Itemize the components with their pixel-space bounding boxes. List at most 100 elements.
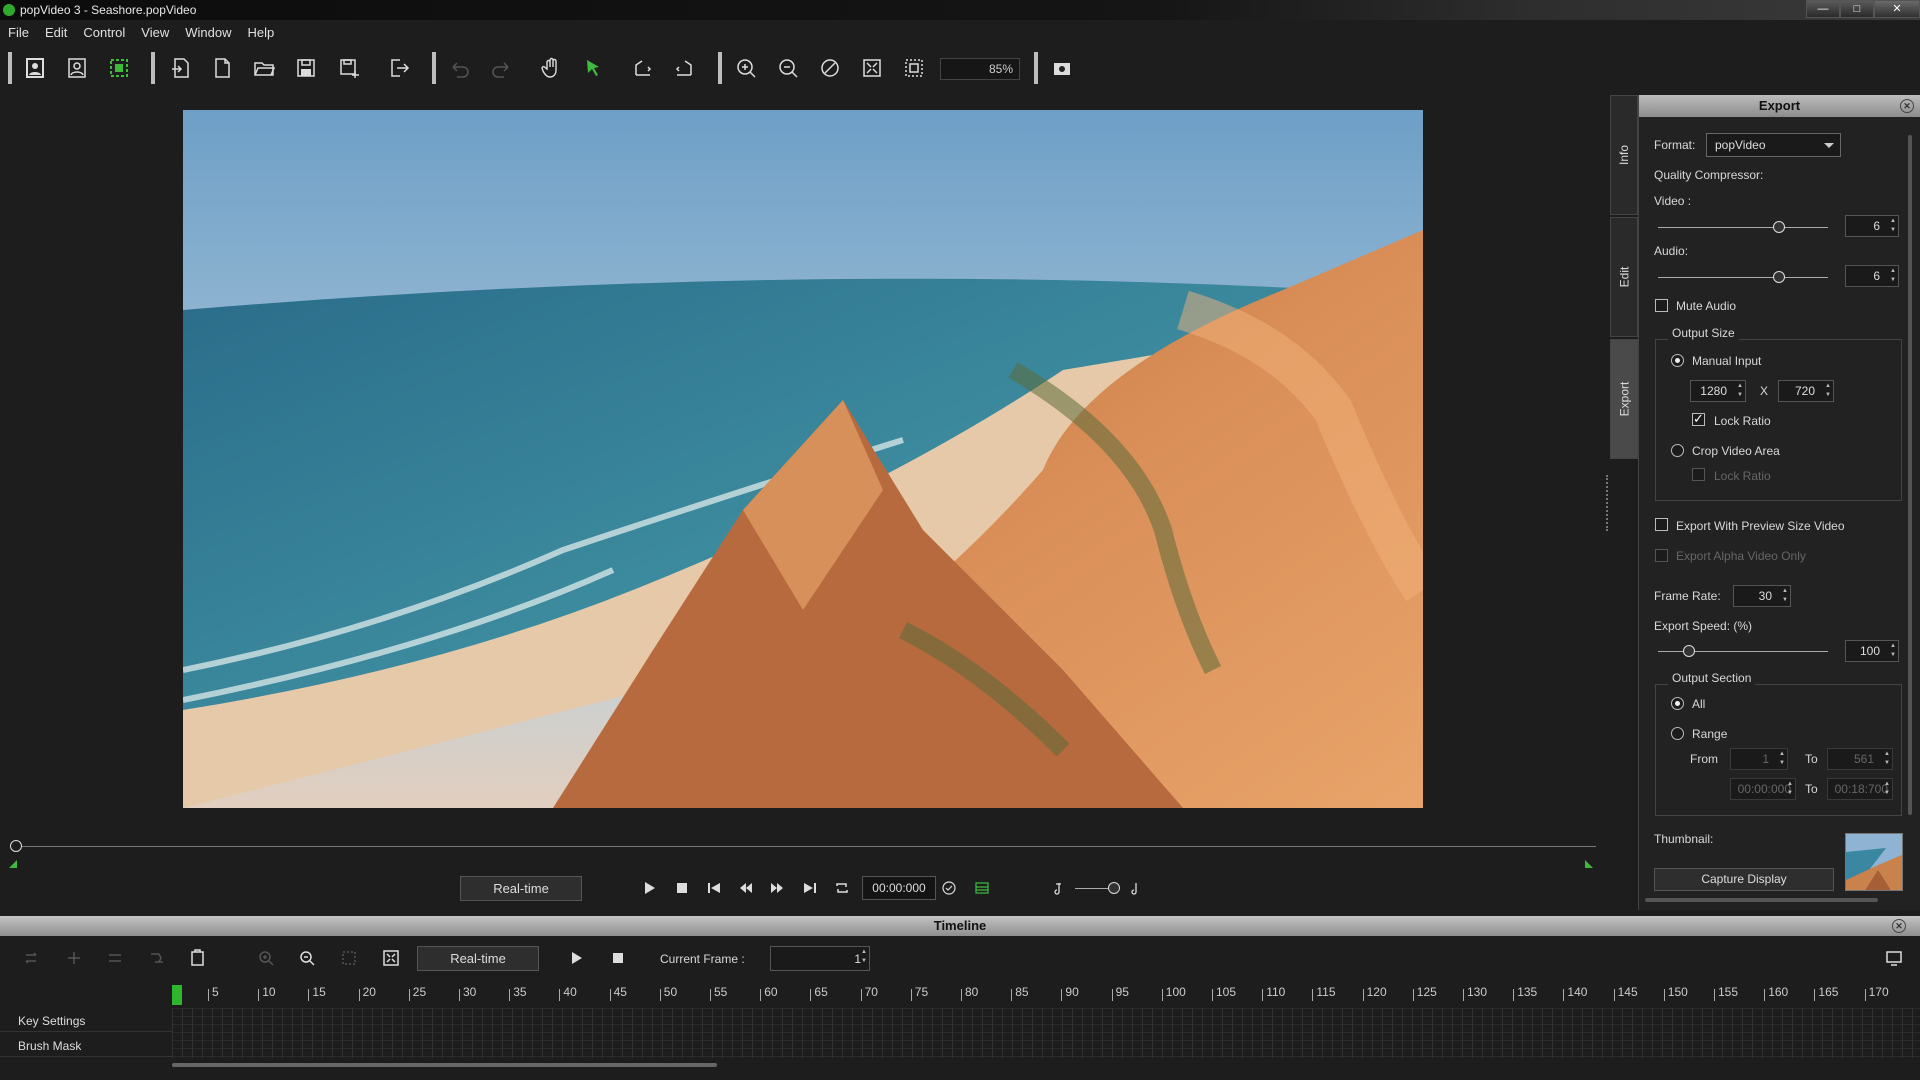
select-arrow-icon[interactable] [575,50,611,86]
preview-scrub-handle[interactable] [10,840,22,852]
flip-vertical-icon[interactable] [666,50,702,86]
range-from-spinner[interactable]: 1 [1730,748,1788,770]
save-as-icon[interactable] [331,50,367,86]
range-from-time[interactable]: 00:00:000 [1730,778,1796,800]
audio-quality-handle[interactable] [1772,271,1785,283]
paste-icon[interactable] [184,940,212,976]
lock-ratio-crop-checkbox[interactable] [1692,468,1705,481]
save-icon[interactable] [288,50,324,86]
trim-end-marker[interactable] [1585,860,1593,868]
timeline-stop-icon[interactable] [604,940,632,976]
lock-ratio-checkbox[interactable] [1692,411,1705,427]
timeline-scrollbar[interactable] [172,1063,717,1067]
export-icon[interactable] [381,50,417,86]
alpha-video-checkbox[interactable] [1655,549,1668,562]
menu-file[interactable]: File [0,22,37,44]
hand-tool-icon[interactable] [533,50,569,86]
current-time-display[interactable]: 00:00:000 [862,876,936,900]
audio-quality-slider[interactable] [1658,277,1828,278]
section-range-radio[interactable] [1671,727,1684,740]
zoom-level-input[interactable]: 85% [940,58,1020,80]
current-frame-input[interactable]: 1 [770,946,870,971]
export-speed-spinner[interactable]: 100 [1845,640,1899,662]
range-to-spinner[interactable]: 561 [1827,748,1893,770]
menu-edit[interactable]: Edit [37,22,75,44]
profile-mode-icon[interactable] [59,50,95,86]
export-panel-hscrollbar[interactable] [1645,898,1878,902]
close-panel-icon[interactable]: ✕ [1900,99,1914,113]
range-to-time[interactable]: 00:18:700 [1827,778,1893,800]
tab-info[interactable]: Info [1610,95,1638,215]
new-file-icon[interactable] [204,50,240,86]
actual-size-icon[interactable] [896,50,932,86]
split-key-icon[interactable] [143,940,171,976]
import-icon[interactable] [163,50,199,86]
previous-frame-icon[interactable] [734,876,758,900]
menu-view[interactable]: View [133,22,177,44]
export-panel-scrollbar[interactable] [1908,135,1912,815]
go-to-end-icon[interactable] [798,876,822,900]
close-button[interactable]: ✕ [1874,0,1920,18]
stop-icon[interactable] [670,876,694,900]
realtime-button[interactable]: Real-time [460,876,582,901]
mute-audio-checkbox[interactable] [1655,299,1668,312]
fast-speed-icon[interactable] [1123,876,1147,900]
menu-help[interactable]: Help [239,22,282,44]
video-quality-handle[interactable] [1772,221,1785,233]
grid-select-icon[interactable] [101,50,137,86]
slow-speed-icon[interactable] [1048,876,1072,900]
fit-window-icon[interactable] [854,50,890,86]
capture-display-button[interactable]: Capture Display [1654,868,1834,891]
frame-rate-spinner[interactable]: 30 [1733,585,1791,607]
insert-key-icon[interactable] [60,940,88,976]
timeline-fit-icon[interactable] [335,940,363,976]
trim-start-marker[interactable] [9,860,17,868]
menu-control[interactable]: Control [75,22,133,44]
format-select[interactable]: popVideo [1706,133,1841,157]
clock-icon[interactable] [937,876,961,900]
undo-icon[interactable] [442,50,478,86]
timeline-toggle-icon[interactable] [970,876,994,900]
zoom-out-icon[interactable] [770,50,806,86]
go-to-start-icon[interactable] [702,876,726,900]
video-quality-spinner[interactable]: 6 [1845,215,1899,237]
timeline-expand-icon[interactable] [377,940,405,976]
preview-size-checkbox[interactable] [1655,518,1668,531]
snapshot-camera-icon[interactable] [1044,50,1080,86]
tab-edit[interactable]: Edit [1610,217,1638,337]
minimize-button[interactable]: — [1806,0,1840,18]
zoom-reset-icon[interactable] [812,50,848,86]
height-spinner[interactable]: 720 [1778,380,1834,402]
timeline-settings-icon[interactable] [1880,940,1908,976]
track-key-settings[interactable]: Key Settings [0,1008,172,1032]
timeline-ruler[interactable]: 5 10 15 20 25 30 35 40 45 50 55 60 65 70 75 80 85 90 95 100… [172,985,1920,1007]
width-spinner[interactable]: 1280 [1690,380,1746,402]
manual-input-radio[interactable] [1671,354,1684,367]
track-brush-mask[interactable]: Brush Mask [0,1033,172,1057]
playback-speed-handle[interactable] [1108,882,1120,894]
play-icon[interactable] [637,876,661,900]
portrait-mode-icon[interactable] [17,50,53,86]
panel-resize-handle[interactable] [1606,475,1609,531]
tab-export[interactable]: Export [1610,339,1638,459]
export-speed-handle[interactable] [1682,645,1695,657]
maximize-button[interactable]: □ [1840,0,1874,18]
timeline-zoom-in-icon[interactable] [252,940,280,976]
preview-scrub-track[interactable] [16,846,1596,847]
flip-horizontal-icon[interactable] [625,50,661,86]
menu-window[interactable]: Window [177,22,239,44]
timeline-play-icon[interactable] [562,940,590,976]
timeline-realtime-button[interactable]: Real-time [417,946,539,971]
audio-quality-spinner[interactable]: 6 [1845,265,1899,287]
redo-icon[interactable] [483,50,519,86]
next-frame-icon[interactable] [765,876,789,900]
close-timeline-icon[interactable]: ✕ [1892,919,1906,933]
crop-video-area-radio[interactable] [1671,444,1684,457]
open-folder-icon[interactable] [246,50,282,86]
zoom-in-icon[interactable] [728,50,764,86]
remove-key-icon[interactable] [101,940,129,976]
timeline-playhead[interactable] [172,985,182,1005]
add-key-icon[interactable] [18,940,46,976]
timeline-zoom-out-icon[interactable] [293,940,321,976]
video-quality-slider[interactable] [1658,227,1828,228]
